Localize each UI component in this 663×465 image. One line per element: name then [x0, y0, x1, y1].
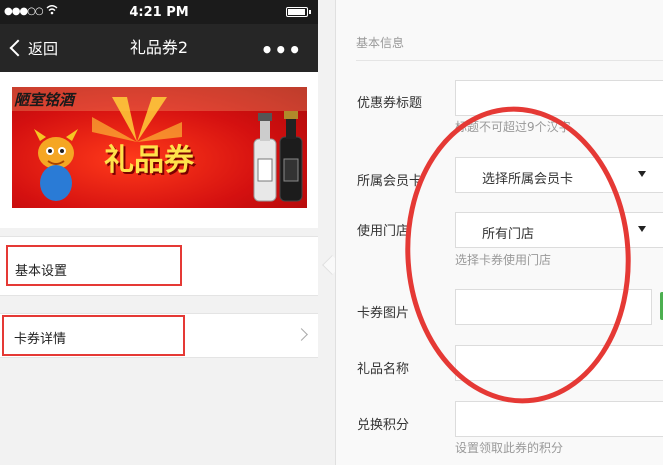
points-hint: 设置领取此券的积分	[455, 441, 564, 455]
phone-preview: ●●●○○ 4:21 PM 返回 礼品券2 ••• 陋室铭酒 礼品券 基本设置 …	[0, 0, 318, 465]
menu-item-basic-settings-label: 基本设置	[15, 264, 68, 279]
gift-name-input[interactable]	[455, 345, 663, 381]
coupon-title-hint: 标题不可超过9个汉字	[455, 120, 571, 134]
caret-down-icon	[638, 171, 646, 177]
store-select[interactable]: 所有门店	[455, 212, 663, 248]
points-input[interactable]	[455, 401, 663, 437]
battery-icon	[286, 7, 311, 17]
coupon-image-label: 卡券图片	[357, 306, 410, 321]
status-bar: ●●●○○ 4:21 PM	[0, 0, 318, 24]
banner-brand-text: 陋室铭酒	[14, 91, 75, 109]
banner-area: 陋室铭酒 礼品券	[0, 72, 318, 228]
store-selected: 所有门店	[482, 227, 535, 242]
chevron-right-icon	[295, 328, 308, 341]
store-label: 使用门店	[357, 224, 410, 239]
member-card-selected: 选择所属会员卡	[482, 172, 574, 187]
member-card-select[interactable]: 选择所属会员卡	[455, 157, 663, 193]
status-time: 4:21 PM	[129, 5, 189, 20]
screen: ●●●○○ 4:21 PM 返回 礼品券2 ••• 陋室铭酒 礼品券 基本设置 …	[0, 0, 663, 465]
menu-item-coupon-details-label: 卡券详情	[14, 332, 67, 347]
section-divider	[356, 60, 663, 61]
nav-bar: 返回 礼品券2 •••	[0, 24, 318, 72]
points-label: 兑换积分	[357, 418, 410, 433]
menu-item-basic-settings[interactable]: 基本设置	[0, 236, 318, 296]
coupon-title-label: 优惠券标题	[357, 96, 423, 111]
liquor-bottles-icon	[253, 111, 303, 202]
ticket-edge	[0, 228, 318, 234]
caret-down-icon	[638, 226, 646, 232]
settings-panel: 基本信息 优惠券标题 标题不可超过9个汉字 所属会员卡 选择所属会员卡 使用门店…	[335, 0, 663, 465]
menu-item-coupon-details[interactable]: 卡券详情	[0, 313, 318, 358]
more-button[interactable]: •••	[261, 38, 302, 62]
dragon-mascot-icon	[34, 129, 78, 201]
coupon-image-input[interactable]	[455, 289, 652, 325]
member-card-label: 所属会员卡	[357, 174, 423, 189]
store-hint: 选择卡券使用门店	[455, 253, 552, 267]
gift-name-label: 礼品名称	[357, 362, 410, 377]
section-title: 基本信息	[356, 36, 405, 50]
coupon-banner-image: 陋室铭酒 礼品券	[12, 87, 307, 208]
coupon-title-input[interactable]	[455, 80, 663, 116]
banner-title-text: 礼品券	[104, 143, 194, 178]
